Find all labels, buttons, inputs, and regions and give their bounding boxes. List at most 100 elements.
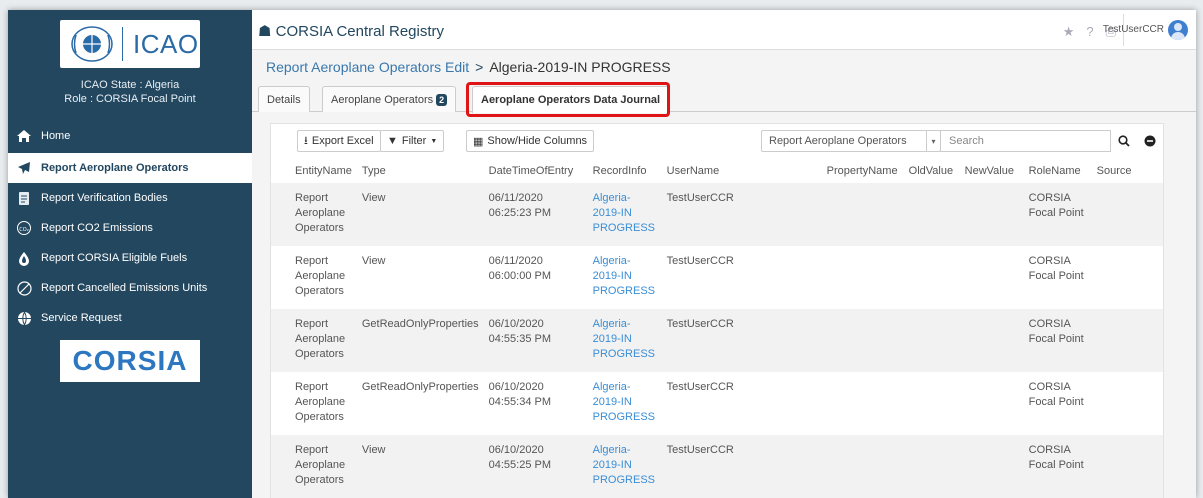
globe-icon (14, 310, 34, 326)
record-link[interactable]: Algeria-2019-IN PROGRESS (593, 318, 655, 360)
column-header[interactable]: RecordInfo (583, 159, 657, 183)
cell-property (816, 183, 899, 246)
column-header[interactable]: RoleName (1019, 159, 1087, 183)
column-header[interactable]: Type (352, 159, 479, 183)
search-button[interactable] (1113, 130, 1135, 152)
cell-record: Algeria-2019-IN PROGRESS (582, 309, 657, 372)
breadcrumb-current: Algeria-2019-IN PROGRESS (489, 59, 671, 75)
entity-select[interactable]: Report Aeroplane Operators ▾ (761, 130, 941, 152)
sidebar: ICAO ICAO State : Algeria Role : CORSIA … (8, 10, 252, 498)
cell-property (816, 435, 899, 498)
column-header[interactable]: EntityName (271, 159, 352, 183)
column-header[interactable]: UserName (657, 159, 817, 183)
cell-type: GetReadOnlyProperties (361, 381, 479, 393)
cell-source (1086, 309, 1163, 372)
column-header[interactable]: PropertyName (817, 159, 899, 183)
table-row[interactable]: Report Aeroplane Operators View 06/11/20… (271, 246, 1163, 309)
data-journal-table: EntityName Type DateTimeOfEntry RecordIn… (271, 159, 1163, 498)
cell-role: CORSIA Focal Point (1018, 309, 1087, 372)
column-header[interactable]: DateTimeOfEntry (479, 159, 583, 183)
sidebar-nav: Home Report Aeroplane Operators Report V… (8, 121, 252, 333)
column-header[interactable]: Source (1087, 159, 1163, 183)
cell-source (1086, 435, 1163, 498)
record-link[interactable]: Algeria-2019-IN PROGRESS (593, 192, 655, 234)
search-input[interactable] (940, 130, 1111, 152)
sidebar-item-label: Report Cancelled Emissions Units (41, 282, 208, 294)
cell-property (816, 309, 899, 372)
user-avatar-icon[interactable] (1168, 20, 1188, 40)
record-link[interactable]: Algeria-2019-IN PROGRESS (593, 444, 655, 486)
tab-details[interactable]: Details (258, 86, 310, 112)
remove-filter-button[interactable] (1139, 130, 1161, 152)
cell-new-value (954, 183, 1019, 246)
sidebar-item-label: Home (41, 130, 71, 142)
chevron-down-icon: ▾ (926, 131, 940, 151)
cell-new-value (955, 372, 1019, 435)
sidebar-item-report-corsia-eligible-fuels[interactable]: Report CORSIA Eligible Fuels (8, 243, 252, 273)
cell-entity: Report Aeroplane Operators (271, 183, 352, 246)
cell-date: 06/10/2020 04:55:35 PM (478, 309, 583, 372)
star-icon[interactable]: ★ (1063, 24, 1075, 40)
tab-label: Aeroplane Operators (331, 93, 434, 106)
cell-role: CORSIA Focal Point (1018, 183, 1087, 246)
button-label: Show/Hide Columns (487, 135, 588, 147)
document-icon (14, 190, 34, 206)
export-excel-button[interactable]: ⭳ Export Excel (297, 130, 381, 152)
download-icon: ⭳ (304, 134, 308, 147)
cell-new-value (954, 309, 1019, 372)
cell-entity: Report Aeroplane Operators (295, 255, 346, 297)
cell-new-value (955, 246, 1019, 309)
tab-aeroplane-operators[interactable]: Aeroplane Operators 2 (322, 86, 457, 112)
sidebar-item-report-cancelled-emissions-units[interactable]: Report Cancelled Emissions Units (8, 273, 252, 303)
column-header[interactable]: NewValue (955, 159, 1019, 183)
app-title-text: CORSIA Central Registry (275, 23, 445, 40)
record-link[interactable]: Algeria-2019-IN PROGRESS (593, 381, 655, 423)
cell-old-value (899, 372, 955, 435)
filter-button[interactable]: ▼ Filter ▼ (380, 130, 445, 152)
role-line: Role : CORSIA Focal Point (64, 93, 196, 105)
cell-old-value (899, 246, 955, 309)
cell-type: GetReadOnlyProperties (351, 309, 479, 372)
cell-date: 06/10/2020 04:55:34 PM (488, 381, 552, 408)
sidebar-item-label: Report CORSIA Eligible Fuels (41, 252, 188, 264)
record-link[interactable]: Algeria-2019-IN PROGRESS (593, 255, 655, 297)
cancel-circle-icon (14, 280, 34, 296)
home-icon (14, 128, 34, 144)
show-hide-columns-button[interactable]: ▦ Show/Hide Columns (466, 130, 595, 152)
breadcrumb-parent-link[interactable]: Report Aeroplane Operators Edit (266, 59, 469, 75)
svg-text:CO₂: CO₂ (19, 227, 28, 233)
cell-property (817, 372, 899, 435)
user-name[interactable]: TestUserCCR (1103, 24, 1164, 35)
cell-user: TestUserCCR (666, 381, 734, 393)
table-row[interactable]: Report Aeroplane Operators GetReadOnlyPr… (271, 309, 1163, 372)
table-row[interactable]: Report Aeroplane Operators GetReadOnlyPr… (271, 372, 1163, 435)
home-icon: ☗ (258, 23, 276, 40)
help-icon[interactable]: ? (1086, 24, 1093, 40)
cell-record: Algeria-2019-IN PROGRESS (582, 435, 657, 498)
entity-select-value: Report Aeroplane Operators (769, 135, 907, 147)
cell-type: View (351, 435, 479, 498)
cell-source (1086, 183, 1163, 246)
search-icon (1118, 135, 1130, 147)
state-line: ICAO State : Algeria (80, 79, 180, 91)
sidebar-item-report-verification-bodies[interactable]: Report Verification Bodies (8, 183, 252, 213)
sidebar-item-report-co2-emissions[interactable]: CO₂ Report CO2 Emissions (8, 213, 252, 243)
cell-record: Algeria-2019-IN PROGRESS (583, 372, 657, 435)
cell-role: CORSIA Focal Point (1028, 255, 1084, 282)
table-row[interactable]: Report Aeroplane Operators View 06/11/20… (271, 183, 1163, 246)
breadcrumb-separator: > (475, 59, 484, 75)
top-bar: ☗ CORSIA Central Registry ★ ? ⎙ TestUser… (252, 10, 1196, 50)
cell-property (817, 246, 899, 309)
icao-logo[interactable]: ICAO (60, 20, 200, 68)
sidebar-item-report-aeroplane-operators[interactable]: Report Aeroplane Operators (8, 153, 252, 183)
cell-old-value (898, 183, 955, 246)
table-row[interactable]: Report Aeroplane Operators View 06/10/20… (271, 435, 1163, 498)
minus-circle-icon (1144, 135, 1156, 147)
app-title[interactable]: ☗ CORSIA Central Registry (258, 22, 444, 40)
cell-record: Algeria-2019-IN PROGRESS (582, 183, 657, 246)
sidebar-item-home[interactable]: Home (8, 121, 252, 151)
column-header[interactable]: OldValue (899, 159, 955, 183)
cell-record: Algeria-2019-IN PROGRESS (583, 246, 657, 309)
sidebar-item-service-request[interactable]: Service Request (8, 303, 252, 333)
table-header-row: EntityName Type DateTimeOfEntry RecordIn… (271, 159, 1163, 183)
